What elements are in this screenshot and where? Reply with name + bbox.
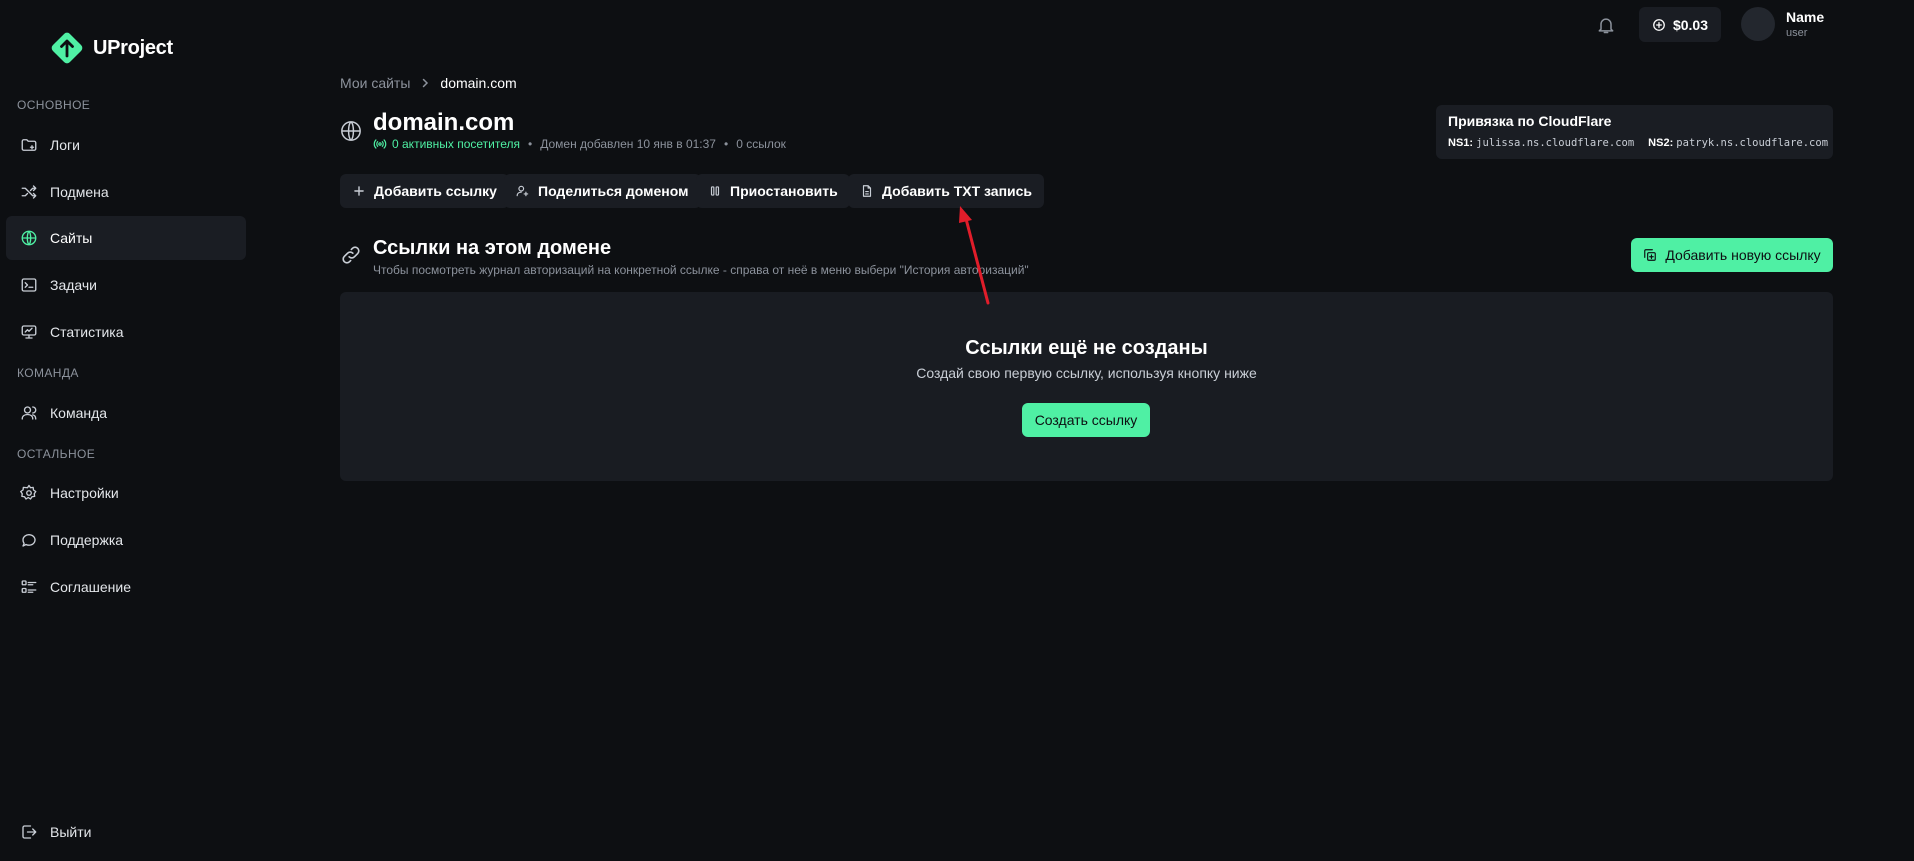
sidebar-item-label: Подмена [50, 184, 109, 200]
plus-icon [354, 186, 364, 196]
monitor-icon [21, 325, 37, 339]
terminal-icon [21, 278, 37, 292]
sidebar-item-tasks[interactable]: Задачи [6, 263, 246, 307]
sidebar-item-substitution[interactable]: Подмена [6, 170, 246, 214]
sidebar-item-logs[interactable]: Логи [6, 123, 246, 167]
chat-icon [22, 534, 36, 547]
balance-button[interactable]: $0.03 [1639, 7, 1721, 42]
add-new-link-button[interactable]: Добавить новую ссылку [1631, 238, 1833, 272]
sidebar-item-label: Задачи [50, 277, 98, 293]
sidebar-item-sites[interactable]: Сайты [6, 216, 246, 260]
list-icon [21, 580, 37, 593]
ns1-value: julissa.ns.cloudflare.com [1476, 137, 1635, 149]
logo-mark-icon [51, 32, 83, 64]
domain-meta: 0 активных посетителя • Домен добавлен 1… [373, 137, 786, 151]
sidebar-item-settings[interactable]: Настройки [6, 471, 246, 515]
ns2-label: NS2: [1648, 137, 1674, 149]
logout-icon [22, 825, 37, 839]
breadcrumb-current: domain.com [440, 75, 517, 91]
add-txt-record-button[interactable]: Добавить TXT запись [848, 174, 1045, 208]
active-visitors-label: 0 активных посетителя [392, 137, 521, 151]
pause-button[interactable]: Приостановить [696, 174, 850, 208]
avatar[interactable] [1741, 7, 1775, 41]
bell-icon[interactable] [1596, 15, 1616, 35]
nameservers: NS1: julissa.ns.cloudflare.com NS2: patr… [1448, 137, 1828, 149]
empty-state-panel: Ссылки ещё не созданы Создай свою первую… [340, 292, 1833, 481]
add-funds-icon [1653, 18, 1665, 31]
sidebar-item-label: Сайты [50, 230, 93, 246]
empty-state-title: Ссылки ещё не созданы [965, 337, 1208, 359]
add-link-label: Добавить ссылку [374, 183, 497, 199]
folder-icon [21, 139, 37, 151]
separator-dot: • [723, 137, 729, 151]
sidebar-item-statistics[interactable]: Статистика [6, 310, 246, 354]
logo-text: UProject [93, 36, 173, 59]
cloudflare-title: Привязка по CloudFlare [1448, 113, 1612, 129]
share-user-icon [516, 185, 529, 197]
copy-plus-icon [1644, 249, 1657, 261]
link-icon [342, 246, 360, 264]
active-visitors: 0 активных посетителя [373, 137, 520, 151]
sidebar-item-label: Статистика [50, 324, 124, 340]
ns2-value: patryk.ns.cloudflare.com [1676, 137, 1829, 149]
pause-icon [710, 186, 720, 196]
add-txt-record-label: Добавить TXT запись [882, 183, 1033, 199]
globe-icon [21, 230, 37, 246]
separator-dot: • [528, 137, 533, 151]
add-new-link-label: Добавить новую ссылку [1665, 247, 1821, 263]
sidebar-item-label: Логи [50, 137, 80, 153]
logout-label: Выйти [50, 824, 92, 840]
sidebar-item-team[interactable]: Команда [6, 391, 246, 435]
ns1[interactable]: NS1: julissa.ns.cloudflare.com [1448, 137, 1634, 149]
ns2[interactable]: NS2: patryk.ns.cloudflare.com [1648, 137, 1828, 149]
domain-added: Домен добавлен 10 янв в 01:37 [540, 137, 716, 151]
annotation-arrow-icon [959, 206, 990, 305]
nav-section-main: ОСНОВНОЕ [17, 98, 91, 112]
breadcrumb: Мои сайты domain.com [340, 75, 517, 91]
sidebar-item-label: Настройки [50, 485, 119, 501]
user-name[interactable]: Name [1786, 9, 1824, 25]
section-title: Ссылки на этом домене [373, 237, 612, 259]
broadcast-icon [373, 139, 387, 149]
create-link-button[interactable]: Создать ссылку [1022, 403, 1150, 437]
sidebar-item-label: Соглашение [50, 579, 132, 595]
sidebar-item-label: Команда [50, 405, 108, 421]
add-link-button[interactable]: Добавить ссылку [340, 174, 509, 208]
nav-section-team: КОМАНДА [17, 366, 79, 380]
file-icon [862, 185, 872, 197]
ns1-label: NS1: [1448, 137, 1474, 149]
users-icon [21, 406, 37, 420]
sidebar-item-agreement[interactable]: Соглашение [6, 565, 246, 609]
gear-icon [20, 484, 37, 500]
sidebar-item-label: Поддержка [50, 532, 124, 548]
share-domain-button[interactable]: Поделиться доменом [504, 174, 701, 208]
pause-label: Приостановить [730, 183, 838, 199]
section-subtitle: Чтобы посмотреть журнал авторизаций на к… [373, 263, 1029, 277]
www-globe-icon [341, 121, 361, 141]
links-count: 0 ссылок [736, 137, 786, 151]
share-domain-label: Поделиться доменом [538, 183, 689, 199]
logout-button[interactable]: Выйти [6, 810, 246, 854]
nav-section-other: ОСТАЛЬНОЕ [17, 447, 96, 461]
logo[interactable]: UProject [49, 30, 173, 66]
balance-value: $0.03 [1672, 16, 1709, 33]
cloudflare-card: Привязка по CloudFlare NS1: julissa.ns.c… [1436, 105, 1833, 159]
sidebar-item-support[interactable]: Поддержка [6, 518, 246, 562]
empty-state-subtitle: Создай свою первую ссылку, используя кно… [916, 365, 1257, 381]
shuffle-icon [21, 185, 37, 199]
page-title: domain.com [373, 109, 515, 136]
chevron-right-icon [423, 78, 429, 88]
user-role: user [1786, 27, 1808, 39]
sidebar: UProject ОСНОВНОЕ Логи Подмена Сайты Зад… [0, 0, 252, 861]
breadcrumb-my-sites[interactable]: Мои сайты [340, 75, 410, 91]
